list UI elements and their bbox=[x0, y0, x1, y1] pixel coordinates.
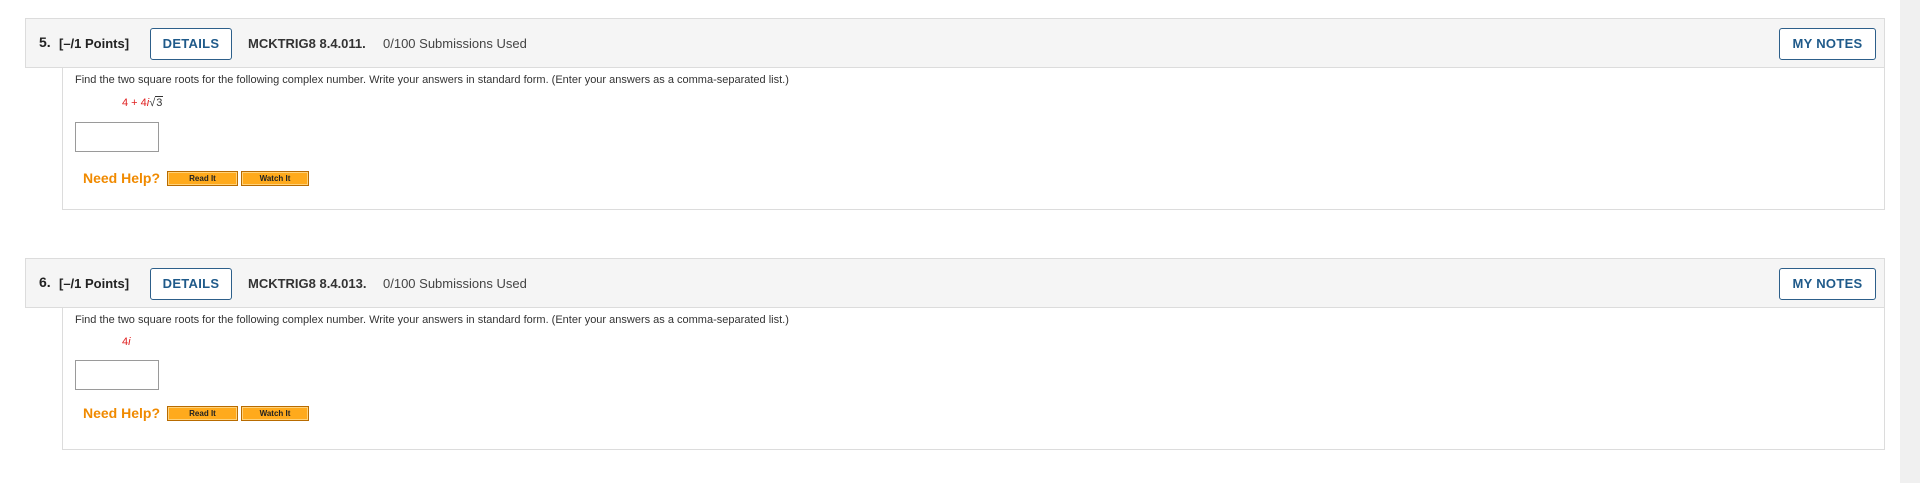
radicand: 3 bbox=[155, 96, 164, 109]
question-number: 5. bbox=[39, 34, 51, 50]
expression-lead: 4 + 4 bbox=[122, 97, 147, 109]
question-header: 6. [–/1 Points] DETAILS MCKTRIG8 8.4.013… bbox=[25, 258, 1885, 308]
need-help-label: Need Help? bbox=[83, 170, 161, 186]
read-it-button[interactable]: Read It bbox=[167, 406, 238, 421]
imaginary-unit: i bbox=[128, 336, 131, 348]
question-6: 6. [–/1 Points] DETAILS MCKTRIG8 8.4.013… bbox=[25, 258, 1885, 450]
complex-number-expression: 4 + 4i√3 bbox=[122, 96, 164, 109]
question-code: MCKTRIG8 8.4.011. bbox=[248, 36, 366, 51]
question-prompt: Find the two square roots for the follow… bbox=[75, 74, 789, 86]
answer-input[interactable] bbox=[75, 122, 159, 152]
complex-number-expression: 4i bbox=[122, 336, 131, 348]
question-5: 5. [–/1 Points] DETAILS MCKTRIG8 8.4.011… bbox=[25, 18, 1885, 210]
question-code: MCKTRIG8 8.4.013. bbox=[248, 276, 367, 291]
scrollbar[interactable] bbox=[1900, 0, 1920, 483]
read-it-button[interactable]: Read It bbox=[167, 171, 238, 186]
need-help-label: Need Help? bbox=[83, 405, 161, 421]
watch-it-button[interactable]: Watch It bbox=[241, 171, 309, 186]
question-body: Find the two square roots for the follow… bbox=[62, 68, 1885, 210]
question-header: 5. [–/1 Points] DETAILS MCKTRIG8 8.4.011… bbox=[25, 18, 1885, 68]
submissions-used: 0/100 Submissions Used bbox=[383, 36, 527, 51]
submissions-used: 0/100 Submissions Used bbox=[383, 276, 527, 291]
answer-input[interactable] bbox=[75, 360, 159, 390]
question-body: Find the two square roots for the follow… bbox=[62, 308, 1885, 450]
question-number: 6. bbox=[39, 274, 51, 290]
details-button[interactable]: DETAILS bbox=[150, 268, 232, 300]
question-prompt: Find the two square roots for the follow… bbox=[75, 314, 789, 326]
question-points: [–/1 Points] bbox=[59, 36, 130, 51]
watch-it-button[interactable]: Watch It bbox=[241, 406, 309, 421]
my-notes-button[interactable]: MY NOTES bbox=[1779, 268, 1876, 300]
question-points: [–/1 Points] bbox=[59, 276, 130, 291]
my-notes-button[interactable]: MY NOTES bbox=[1779, 28, 1876, 60]
details-button[interactable]: DETAILS bbox=[150, 28, 232, 60]
